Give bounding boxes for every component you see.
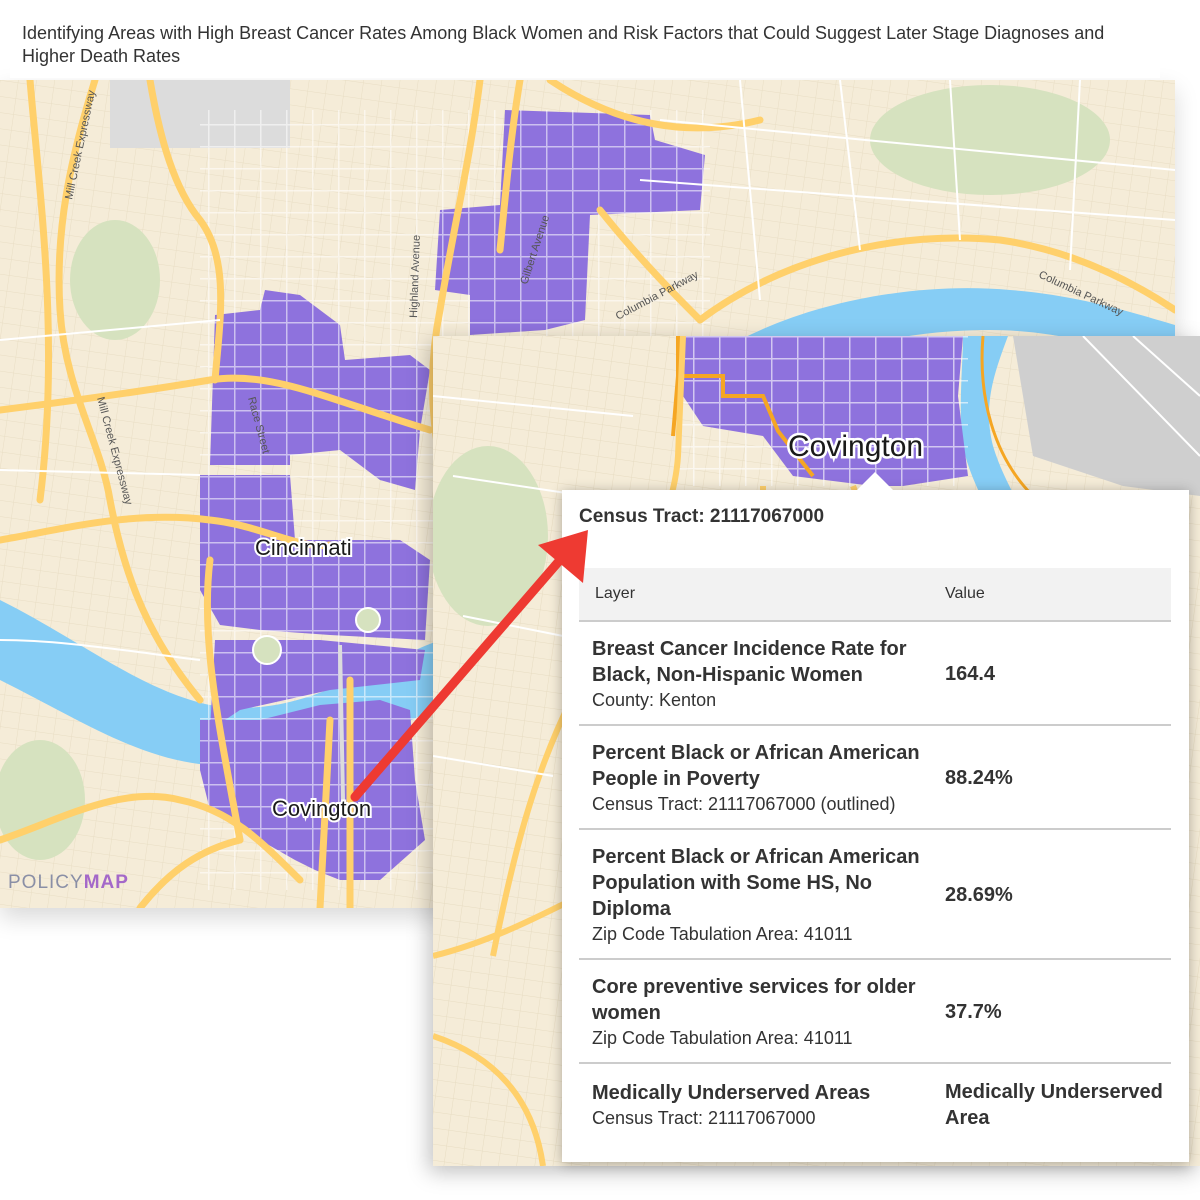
- layer-cell: Percent Black or African American People…: [579, 725, 945, 830]
- popup-title: Census Tract: 21117067000: [579, 506, 825, 527]
- table-row: Breast Cancer Incidence Rate for Black, …: [579, 621, 1171, 726]
- layer-cell: Percent Black or African American Popula…: [579, 829, 945, 960]
- layer-geography: Zip Code Tabulation Area: 41011: [592, 1028, 853, 1048]
- park-area: [433, 446, 548, 626]
- census-tract-popup: Census Tract: 21117067000 Layer Value Br…: [562, 490, 1189, 1162]
- city-label-cincinnati: Cincinnati: [255, 535, 352, 560]
- layer-geography: Zip Code Tabulation Area: 41011: [592, 924, 853, 944]
- header-value: Value: [945, 568, 1171, 622]
- layer-value: 88.24%: [945, 725, 1171, 830]
- map-title: Identifying Areas with High Breast Cance…: [10, 12, 1160, 78]
- layer-table: Layer Value Breast Cancer Incidence Rate…: [579, 568, 1171, 1143]
- layer-value: 28.69%: [945, 829, 1171, 960]
- layer-cell: Breast Cancer Incidence Rate for Black, …: [579, 621, 945, 726]
- park-area: [70, 220, 160, 340]
- popup-pointer: [855, 472, 895, 492]
- city-label-covington: Covington: [788, 430, 923, 463]
- table-row: Percent Black or African American People…: [579, 725, 1171, 830]
- table-row: Core preventive services for older women…: [579, 959, 1171, 1064]
- table-row: Percent Black or African American Popula…: [579, 829, 1171, 960]
- layer-name: Core preventive services for older women: [592, 976, 916, 1024]
- layer-geography: Census Tract: 21117067000: [592, 1107, 816, 1128]
- layer-name: Percent Black or African American People…: [592, 742, 920, 790]
- layer-value: Medically Underserved Area: [945, 1080, 1163, 1129]
- layer-cell: Medically Underserved Areas Census Tract…: [579, 1063, 945, 1143]
- layer-value: 37.7%: [945, 959, 1171, 1064]
- layer-name: Breast Cancer Incidence Rate for Black, …: [592, 638, 907, 686]
- city-label-covington: Covington: [272, 796, 371, 821]
- layer-value: 164.4: [945, 621, 1171, 726]
- layer-name: Percent Black or African American Popula…: [592, 846, 920, 920]
- table-header-row: Layer Value: [579, 568, 1171, 622]
- layer-name: Medically Underserved Areas: [592, 1081, 871, 1104]
- layer-geography: County: Kenton: [592, 690, 717, 710]
- layer-geography: Census Tract: 21117067000 (outlined): [592, 794, 896, 814]
- policymap-logo: POLICYMAP: [8, 872, 129, 893]
- table-row: Medically Underserved Areas Census Tract…: [579, 1063, 1171, 1143]
- layer-cell: Core preventive services for older women…: [579, 959, 945, 1064]
- header-layer: Layer: [579, 568, 945, 622]
